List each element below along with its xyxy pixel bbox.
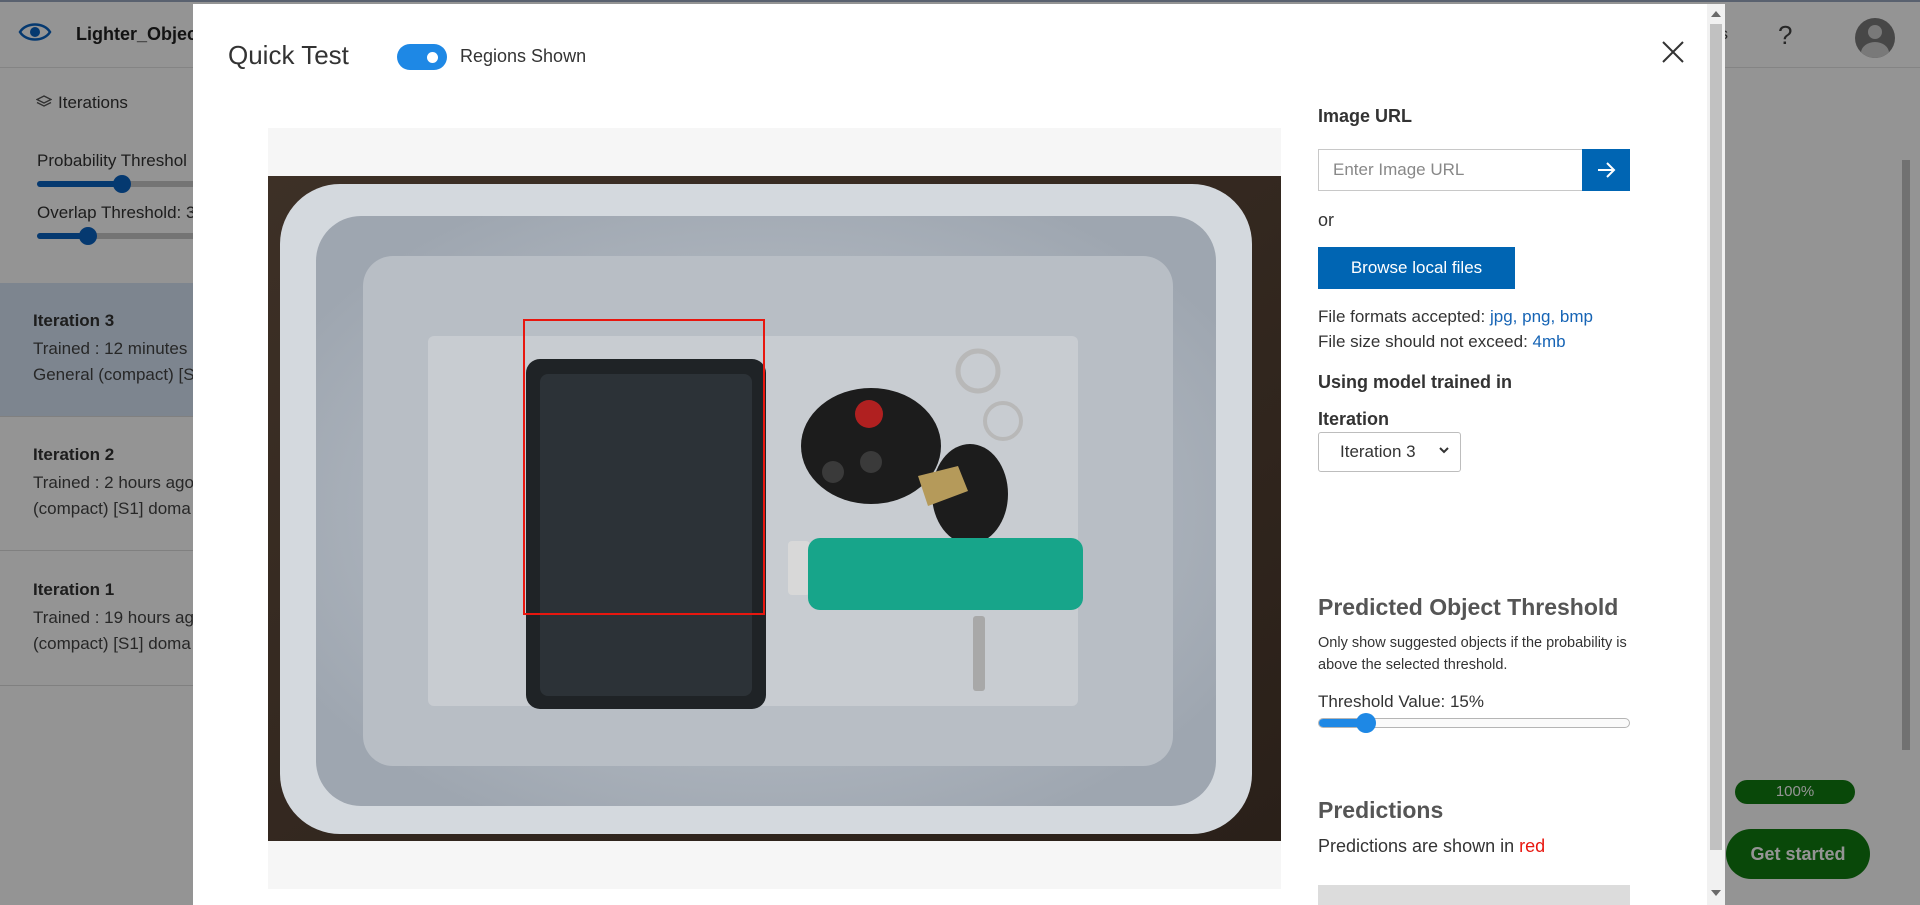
- iteration-select[interactable]: Iteration 3: [1318, 432, 1461, 472]
- predictions-note: Predictions are shown in red: [1318, 836, 1545, 857]
- predictions-section-title: Predictions: [1318, 797, 1444, 823]
- image-url-label: Image URL: [1318, 106, 1413, 126]
- threshold-slider[interactable]: [1318, 713, 1630, 733]
- test-image: [268, 176, 1281, 841]
- browse-local-files-button[interactable]: Browse local files: [1318, 247, 1515, 289]
- tray-photo-graphic: [268, 176, 1281, 841]
- predictions-note-color: red: [1519, 836, 1546, 856]
- test-settings-panel: Image URL or Browse local files File for…: [1318, 4, 1638, 905]
- predictions-list: [1318, 885, 1630, 905]
- or-separator: or: [1318, 210, 1335, 230]
- submit-url-button[interactable]: [1582, 149, 1630, 191]
- dialog-title: Quick Test: [228, 40, 349, 70]
- threshold-description: Only show suggested objects if the proba…: [1318, 635, 1627, 673]
- quick-test-dialog: Quick Test Regions Shown Image URL Enter…: [193, 4, 1725, 905]
- test-image-frame: [268, 128, 1281, 889]
- file-formats-info: File formats accepted: jpg, png, bmp: [1318, 307, 1593, 327]
- threshold-value-label: Threshold Value: 15%: [1318, 692, 1485, 711]
- arrow-right-icon: [1598, 162, 1616, 178]
- model-trained-label: Using model trained in: [1318, 372, 1513, 392]
- image-url-input[interactable]: [1318, 149, 1583, 191]
- chevron-down-icon: [1439, 447, 1449, 454]
- file-formats-label: File formats accepted:: [1318, 307, 1486, 326]
- file-size-info: File size should not exceed: 4mb: [1318, 332, 1566, 352]
- close-icon[interactable]: [1659, 38, 1687, 66]
- prediction-region-box[interactable]: [523, 319, 765, 615]
- regions-shown-label: Regions Shown: [460, 46, 587, 66]
- dialog-scrollbar-thumb[interactable]: [1710, 24, 1722, 850]
- threshold-slider-handle[interactable]: [1355, 713, 1376, 733]
- scroll-up-icon[interactable]: [1711, 11, 1721, 17]
- file-size-label: File size should not exceed:: [1318, 332, 1528, 351]
- predictions-note-text: Predictions are shown in: [1318, 836, 1515, 856]
- iteration-select-value: Iteration 3: [1340, 442, 1416, 461]
- threshold-section-title: Predicted Object Threshold: [1318, 594, 1619, 620]
- toggle-knob: [427, 52, 438, 63]
- dialog-scrollbar[interactable]: [1707, 4, 1725, 905]
- iteration-select-label: Iteration: [1318, 409, 1390, 429]
- regions-shown-toggle[interactable]: [397, 44, 447, 70]
- file-formats-value: jpg, png, bmp: [1489, 307, 1593, 326]
- file-size-value: 4mb: [1532, 332, 1566, 351]
- scroll-down-icon[interactable]: [1711, 890, 1721, 896]
